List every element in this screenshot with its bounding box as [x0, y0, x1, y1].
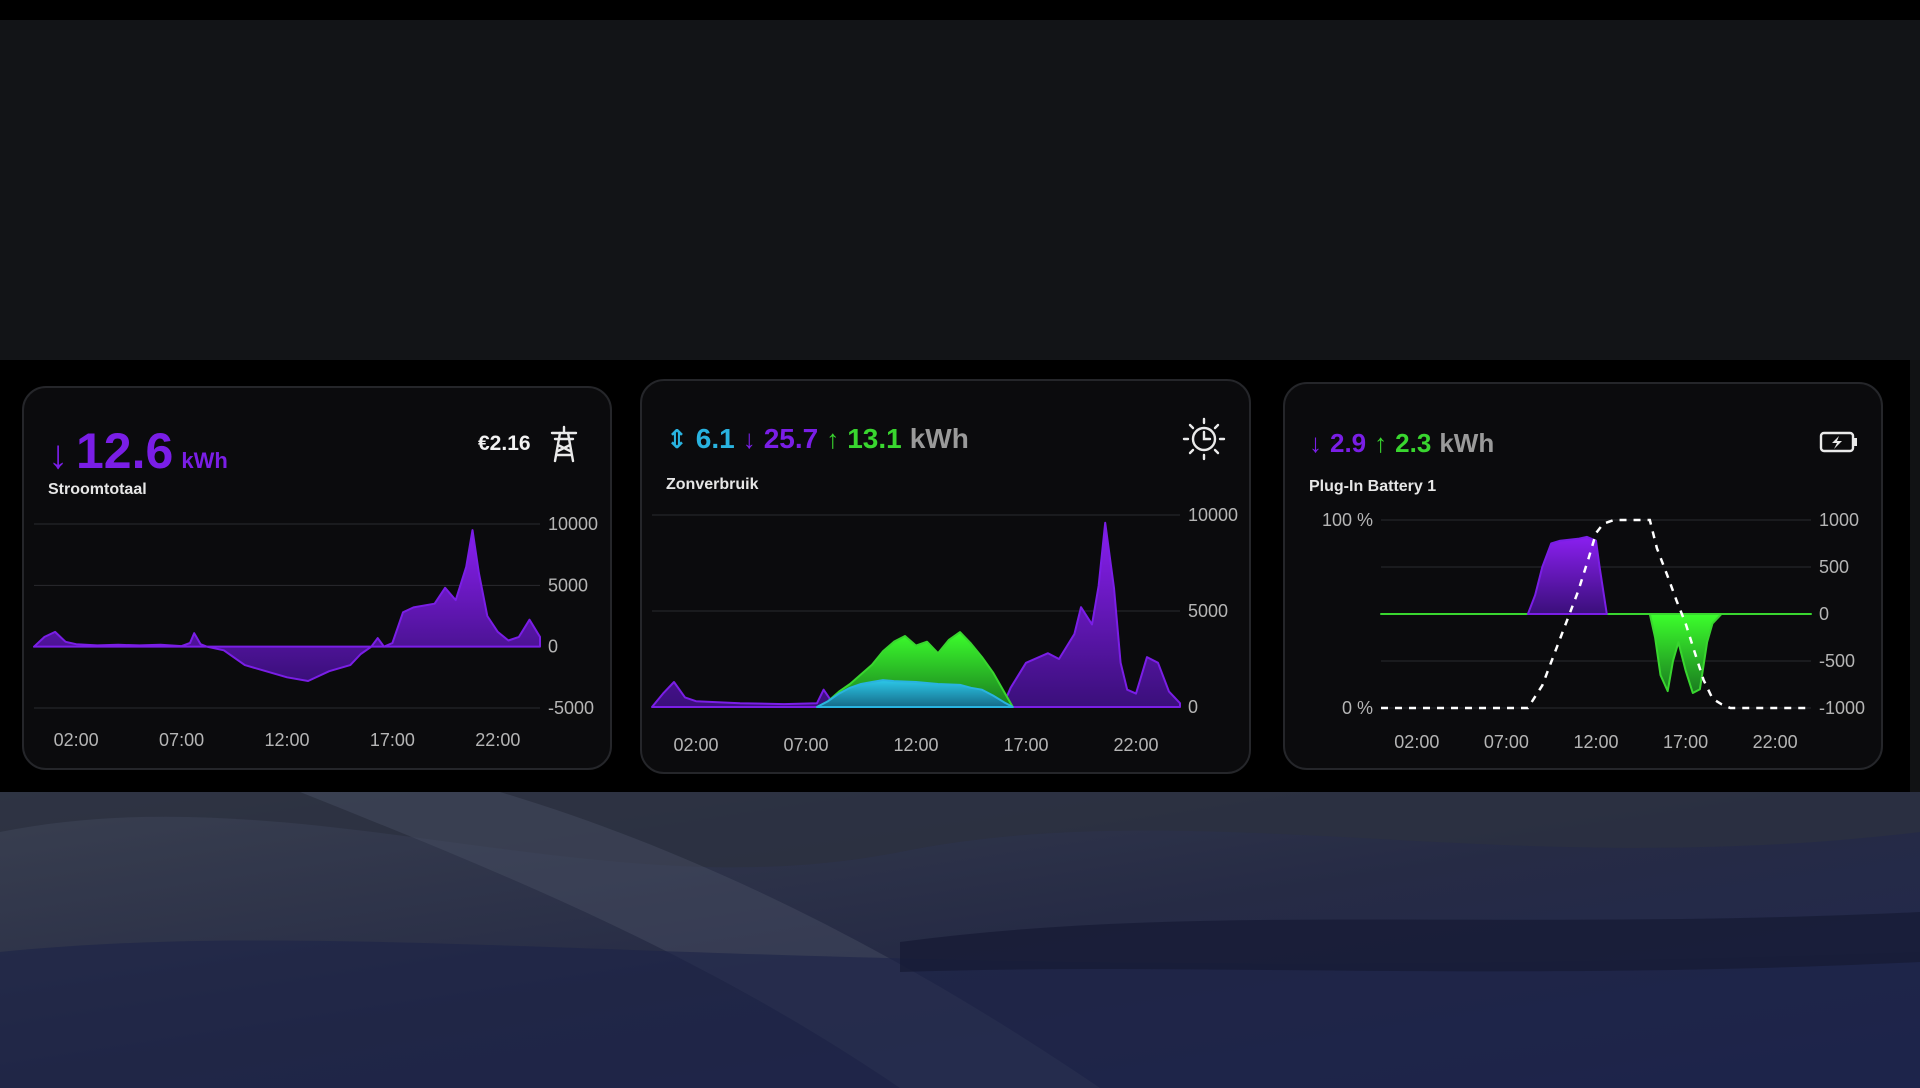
import-value: 12.6: [76, 423, 174, 479]
x-tick-label: 07:00: [1484, 732, 1529, 752]
battery-chart: 1000 500 0 -500 -1000 100 % 0 % 02:00 07:00 12:00…: [1322, 510, 1865, 752]
x-tick-label: 12:00: [893, 735, 938, 755]
card-title: Plug-In Battery 1: [1309, 478, 1437, 495]
import-value: 25.7: [763, 423, 819, 454]
battery-charging-icon[interactable]: [1819, 430, 1859, 454]
unit-label: kWh: [1439, 428, 1495, 458]
soc-tick-label: 0 %: [1342, 698, 1373, 718]
x-tick-label: 17:00: [1003, 735, 1048, 755]
export-arrow-icon: ↑: [826, 424, 840, 454]
discharge-value: 2.9: [1330, 428, 1367, 458]
charge-arrow-icon: ↑: [1374, 428, 1388, 458]
top-bar: [0, 0, 1920, 20]
card-zonverbruik[interactable]: ⇕ 6.1 ↓ 25.7 ↑ 13.1 kWh Zonverbruik 1000…: [640, 379, 1251, 774]
y-tick-label: 5000: [1188, 601, 1228, 621]
y-tick-label: 5000: [548, 575, 588, 595]
card-stats: ⇕ 6.1 ↓ 25.7 ↑ 13.1 kWh: [666, 423, 969, 455]
stroomtotaal-chart: 10000 5000 0 -5000 02:00 07:00 12:00 17:00 22:00: [33, 514, 598, 750]
x-tick-label: 07:00: [783, 735, 828, 755]
y-tick-label: 10000: [548, 514, 598, 534]
self-consumption-arrows-icon: ⇕: [666, 424, 688, 454]
unit-label: kWh: [909, 423, 969, 454]
x-tick-label: 22:00: [1113, 735, 1158, 755]
background-wave: [0, 792, 1920, 1088]
x-tick-label: 02:00: [673, 735, 718, 755]
x-tick-label: 22:00: [475, 730, 520, 750]
zonverbruik-chart: 10000 5000 0 02:00 07:00 12:00 17:00 22:00: [651, 505, 1238, 755]
y-tick-label: 10000: [1188, 505, 1238, 525]
x-tick-label: 22:00: [1753, 732, 1798, 752]
card-stroomtotaal[interactable]: ↓ 12.6 kWh €2.16 Stroomtotaal 10000 5000 0…: [22, 386, 612, 770]
series-area-purple: [1526, 535, 1608, 615]
y-tick-label: 0: [1819, 604, 1829, 624]
solar-clock-icon[interactable]: [1182, 417, 1226, 461]
charge-value: 2.3: [1395, 428, 1432, 458]
y-tick-label: -500: [1819, 651, 1855, 671]
x-tick-label: 17:00: [1663, 732, 1708, 752]
x-tick-label: 07:00: [159, 730, 204, 750]
y-tick-label: 500: [1819, 557, 1849, 577]
discharge-arrow-icon: ↓: [1309, 428, 1322, 458]
series-area-purple: [33, 529, 541, 682]
y-tick-label: -5000: [548, 698, 594, 718]
import-arrow-icon: ↓: [48, 433, 68, 477]
y-tick-label: 0: [1188, 697, 1198, 717]
x-tick-label: 12:00: [264, 730, 309, 750]
x-tick-label: 12:00: [1573, 732, 1618, 752]
empty-dashboard-area: [0, 20, 1920, 360]
unit-label: kWh: [181, 448, 228, 473]
card-stats: ↓ 12.6 kWh: [48, 422, 228, 480]
export-value: 13.1: [847, 423, 902, 454]
y-tick-label: 0: [548, 637, 558, 657]
x-tick-label: 17:00: [370, 730, 415, 750]
import-arrow-icon: ↓: [742, 424, 756, 454]
self-consumption-value: 6.1: [695, 423, 735, 454]
soc-tick-label: 100 %: [1322, 510, 1373, 530]
y-tick-label: -1000: [1819, 698, 1865, 718]
card-title: Stroomtotaal: [48, 481, 147, 498]
card-plug-in-battery-1[interactable]: ↓ 2.9 ↑ 2.3 kWh Plug-In Battery 1 1000 50…: [1283, 382, 1883, 770]
x-tick-label: 02:00: [1394, 732, 1439, 752]
cost-value: €2.16: [478, 432, 531, 455]
card-title: Zonverbruik: [666, 476, 759, 493]
power-pylon-icon[interactable]: [544, 424, 584, 464]
y-tick-label: 1000: [1819, 510, 1859, 530]
card-stats: ↓ 2.9 ↑ 2.3 kWh: [1309, 428, 1494, 459]
x-tick-label: 02:00: [54, 730, 99, 750]
